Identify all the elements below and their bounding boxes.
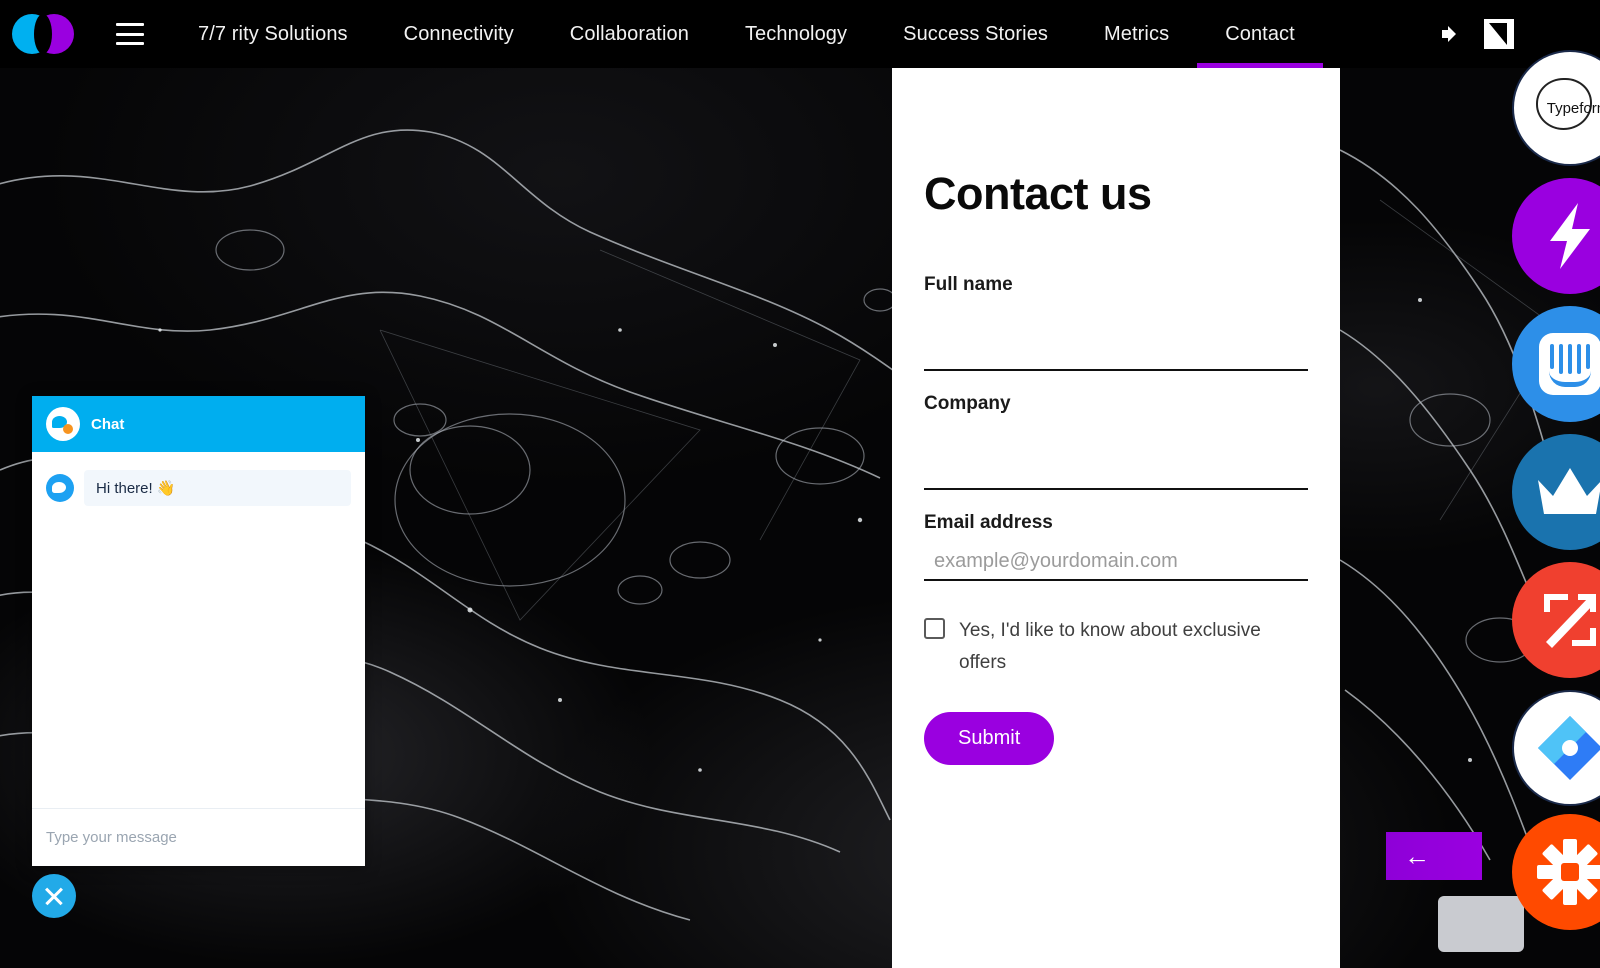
zapier-app-icon[interactable] [1512,814,1600,930]
intercom-bar [1568,344,1572,374]
back-arrow-icon: ← [1404,841,1430,871]
chat-message-text: Hi there! 👋 [84,470,351,506]
field-label-company: Company [924,393,1011,414]
list-item: Hi there! 👋 [46,470,351,506]
offers-checkbox-label: Yes, I'd like to know about exclusive of… [959,620,1261,674]
chat-header: Chat [32,396,365,452]
field-underline [924,579,1308,581]
nav-item-metrics[interactable]: Metrics [1076,0,1197,68]
brand-logo[interactable] [12,12,78,56]
nav-item-success-stories[interactable]: Success Stories [875,0,1076,68]
app-launcher-rail: Typeform [1512,50,1600,818]
page-title: Contact us [924,168,1152,219]
field-label-email-address: Email address [924,512,1053,533]
offers-checkbox[interactable] [924,618,945,639]
chat-avatar-dot [63,424,73,434]
chat-bird-avatar-icon [46,407,80,441]
page-root: 7/7 rity Solutions Connectivity Collabor… [0,0,1600,968]
intercom-glyph [1539,333,1600,395]
field-underline [924,488,1308,490]
hamburger-bar [116,42,144,45]
field-full-name: Full name [924,274,1308,371]
full-name-input[interactable] [924,340,1308,369]
intercom-bar [1586,344,1590,369]
crown-app-icon[interactable] [1512,434,1600,550]
chat-message-list: Hi there! 👋 [32,452,365,808]
email-input[interactable] [924,550,1308,579]
typeform-label: Typeform [1546,99,1600,117]
intercom-bar [1550,344,1554,369]
typeform-app-icon[interactable]: Typeform [1512,50,1600,166]
zapier-app-icon-wrap [1512,814,1600,942]
field-company: Company [924,393,1308,490]
chat-footer [32,808,365,866]
company-input[interactable] [924,459,1308,488]
chat-title: Chat [91,415,125,433]
hamburger-menu-icon[interactable] [116,23,144,45]
logo-lens-overlap [34,14,52,54]
nav-items: 7/7 rity Solutions Connectivity Collabor… [170,0,1438,68]
offers-checkbox-row: Yes, I'd like to know about exclusive of… [924,615,1308,680]
nav-brand-label[interactable]: 7/7 rity Solutions [170,0,376,68]
back-button[interactable]: ← [1386,832,1482,880]
intercom-app-icon[interactable] [1512,306,1600,422]
nav-item-technology[interactable]: Technology [717,0,875,68]
submit-button[interactable]: Submit [924,711,1055,765]
field-underline [924,369,1308,371]
speaker-icon[interactable] [1438,23,1460,45]
contact-form-panel: Contact us Full name Company Email addre… [892,68,1340,968]
top-navigation-bar: 7/7 rity Solutions Connectivity Collabor… [0,0,1600,68]
zoominfo-app-icon[interactable] [1512,562,1600,678]
zapier-bolt-app-icon[interactable] [1512,178,1600,294]
speaker-cone [1448,26,1456,42]
nav-item-contact[interactable]: Contact [1197,0,1323,68]
chat-message-input[interactable] [46,829,351,846]
nav-right-icons [1438,19,1514,49]
intercom-smile [1549,371,1591,387]
chat-widget: Chat Hi there! 👋 [32,396,365,866]
window-icon[interactable] [1484,19,1514,49]
hamburger-bar [116,23,144,26]
intercom-bar [1577,344,1581,374]
nav-item-collaboration[interactable]: Collaboration [542,0,717,68]
hamburger-bar [116,32,144,36]
field-email-address: Email address [924,512,1308,581]
intercom-bar [1559,344,1563,374]
field-label-full-name: Full name [924,274,1013,295]
nav-item-connectivity[interactable]: Connectivity [376,0,542,68]
chat-close-button[interactable] [32,874,76,918]
jira-app-icon[interactable] [1512,690,1600,806]
bot-avatar-icon [46,474,74,502]
